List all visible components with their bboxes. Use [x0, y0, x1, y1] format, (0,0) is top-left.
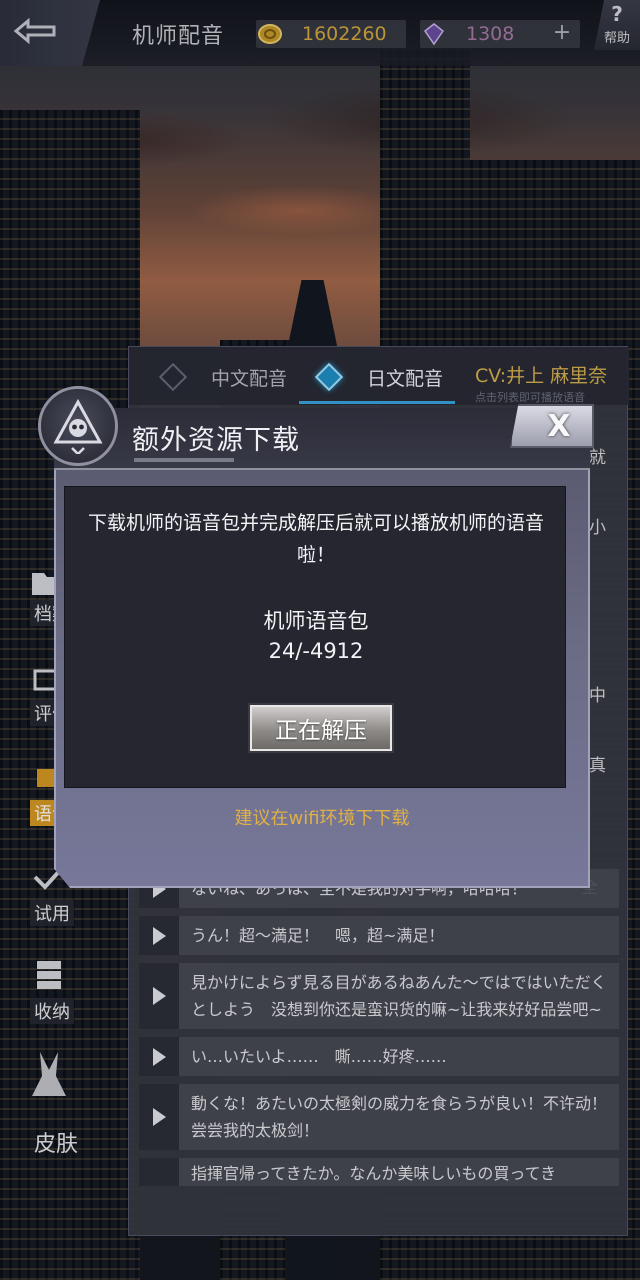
extracting-button[interactable]: 正在解压 — [250, 705, 392, 751]
download-progress: 24/-4912 — [268, 639, 364, 663]
dialog-body: 下载机师的语音包并完成解压后就可以播放机师的语音啦！ 机师语音包 24/-491… — [64, 486, 566, 788]
skull-emblem-icon — [38, 386, 118, 466]
action-label: 正在解压 — [275, 718, 367, 744]
wifi-tip: 建议在wifi环境下下载 — [234, 808, 410, 829]
close-button[interactable]: X — [510, 404, 594, 448]
dialog-title: 额外资源下载 — [132, 425, 300, 456]
dialog-message: 下载机师的语音包并完成解压后就可以播放机师的语音啦！ — [87, 512, 544, 566]
dialog-header: 额外资源下载 — [54, 408, 590, 470]
pack-name: 机师语音包 — [263, 609, 369, 633]
close-icon: X — [547, 408, 571, 444]
title-underline — [134, 458, 234, 462]
download-dialog: 额外资源下载 X 下载机师的语音包并完成解压后就可以播放机师的语音啦！ 机师语音… — [38, 386, 594, 888]
